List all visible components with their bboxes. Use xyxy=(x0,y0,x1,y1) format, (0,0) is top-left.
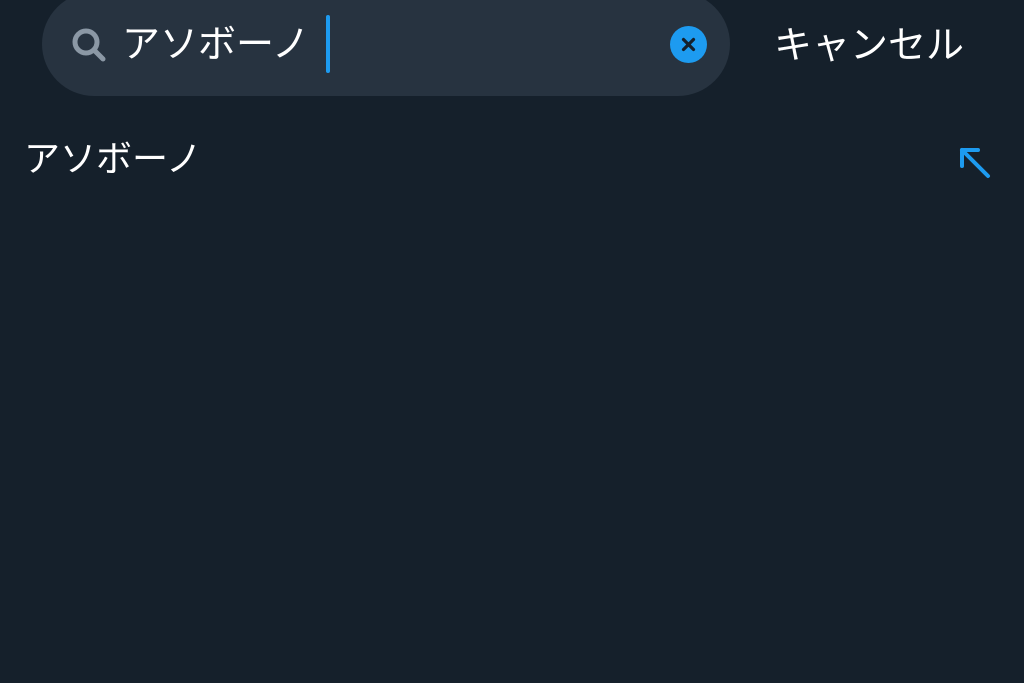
search-suggestions: アソボーノ xyxy=(0,120,1024,200)
arrow-up-left-icon[interactable] xyxy=(956,144,994,182)
close-icon xyxy=(681,37,696,52)
suggestion-label: アソボーノ xyxy=(24,139,202,180)
search-input[interactable] xyxy=(122,16,642,72)
cancel-button[interactable]: キャンセル xyxy=(774,17,964,73)
search-screen: キャンセル アソボーノ xyxy=(0,0,1024,683)
search-header: キャンセル xyxy=(0,0,1024,110)
text-cursor xyxy=(326,15,330,73)
search-suggestion-item[interactable]: アソボーノ xyxy=(0,120,1024,200)
search-icon xyxy=(70,26,108,64)
clear-search-button[interactable] xyxy=(670,26,707,63)
